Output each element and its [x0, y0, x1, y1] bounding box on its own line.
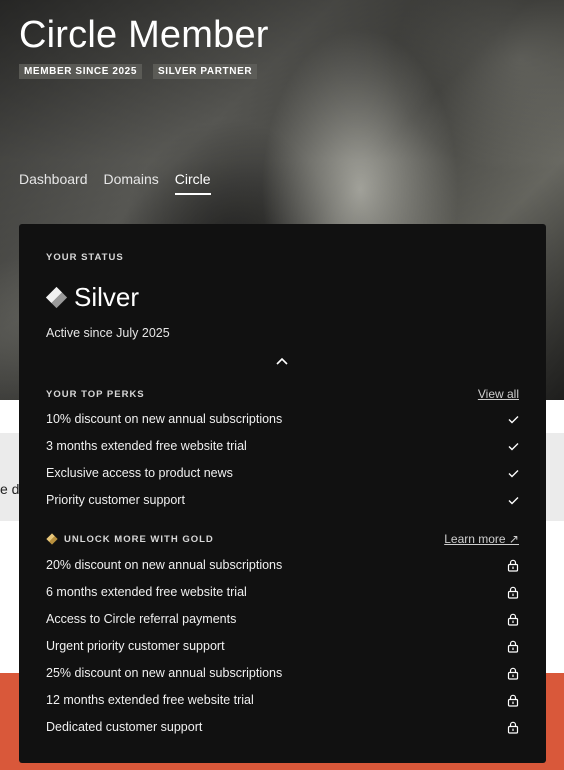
check-icon — [508, 442, 519, 451]
locked-perk-item: 12 months extended free website trial — [46, 693, 519, 707]
perk-label: 20% discount on new annual subscriptions — [46, 558, 283, 572]
lock-icon — [507, 559, 519, 572]
perk-item: 10% discount on new annual subscriptions — [46, 412, 519, 426]
gold-label-wrap: UNLOCK MORE WITH GOLD — [46, 533, 214, 545]
top-perks-label: YOUR TOP PERKS — [46, 388, 145, 400]
learn-more-link[interactable]: Learn more ↗ — [444, 532, 519, 546]
lock-icon — [507, 721, 519, 734]
lock-icon — [507, 586, 519, 599]
perk-item: Priority customer support — [46, 493, 519, 507]
perk-label: 12 months extended free website trial — [46, 693, 254, 707]
tab-domains[interactable]: Domains — [104, 171, 159, 195]
gold-header: UNLOCK MORE WITH GOLD Learn more ↗ — [46, 532, 519, 546]
perk-label: 6 months extended free website trial — [46, 585, 247, 599]
tier-name: Silver — [74, 282, 140, 312]
lock-icon — [507, 667, 519, 680]
chevron-up-icon[interactable] — [275, 356, 289, 366]
perk-label: Dedicated customer support — [46, 720, 203, 734]
gold-label: UNLOCK MORE WITH GOLD — [64, 533, 214, 545]
locked-perk-item: Urgent priority customer support — [46, 639, 519, 653]
perk-label: Exclusive access to product news — [46, 466, 233, 480]
silver-diamond-icon — [45, 286, 68, 309]
locked-perk-item: 25% discount on new annual subscriptions — [46, 666, 519, 680]
locked-perk-item: Dedicated customer support — [46, 720, 519, 734]
locked-perk-item: 20% discount on new annual subscriptions — [46, 558, 519, 572]
view-all-link[interactable]: View all — [478, 387, 519, 401]
page-title: Circle Member — [19, 14, 269, 56]
perk-label: Priority customer support — [46, 493, 185, 507]
tab-circle[interactable]: Circle — [174, 171, 211, 195]
perk-label: 25% discount on new annual subscriptions — [46, 666, 283, 680]
perk-label: Urgent priority customer support — [46, 639, 225, 653]
check-icon — [508, 469, 519, 478]
lock-icon — [507, 613, 519, 626]
check-icon — [508, 415, 519, 424]
partner-badge: SILVER PARTNER — [153, 64, 258, 79]
status-popover: YOUR STATUS Silver Active since July 202… — [19, 224, 546, 763]
tab-dashboard[interactable]: Dashboard — [19, 171, 88, 195]
member-badges: MEMBER SINCE 2025 SILVER PARTNER — [19, 64, 258, 79]
top-perks-header: YOUR TOP PERKS View all — [46, 387, 519, 401]
locked-perk-item: Access to Circle referral payments — [46, 612, 519, 626]
locked-perk-item: 6 months extended free website trial — [46, 585, 519, 599]
check-icon — [508, 496, 519, 505]
gold-diamond-icon — [46, 533, 58, 545]
nav-tabs: Dashboard Domains Circle — [19, 171, 211, 195]
perk-item: 3 months extended free website trial — [46, 439, 519, 453]
status-tier: Silver — [45, 282, 140, 313]
perk-label: 3 months extended free website trial — [46, 439, 247, 453]
perk-item: Exclusive access to product news — [46, 466, 519, 480]
lock-icon — [507, 640, 519, 653]
member-since-badge: MEMBER SINCE 2025 — [19, 64, 143, 79]
perk-label: 10% discount on new annual subscriptions — [46, 412, 283, 426]
perk-label: Access to Circle referral payments — [46, 612, 237, 626]
active-since-text: Active since July 2025 — [46, 326, 170, 340]
status-label: YOUR STATUS — [46, 252, 124, 263]
lock-icon — [507, 694, 519, 707]
